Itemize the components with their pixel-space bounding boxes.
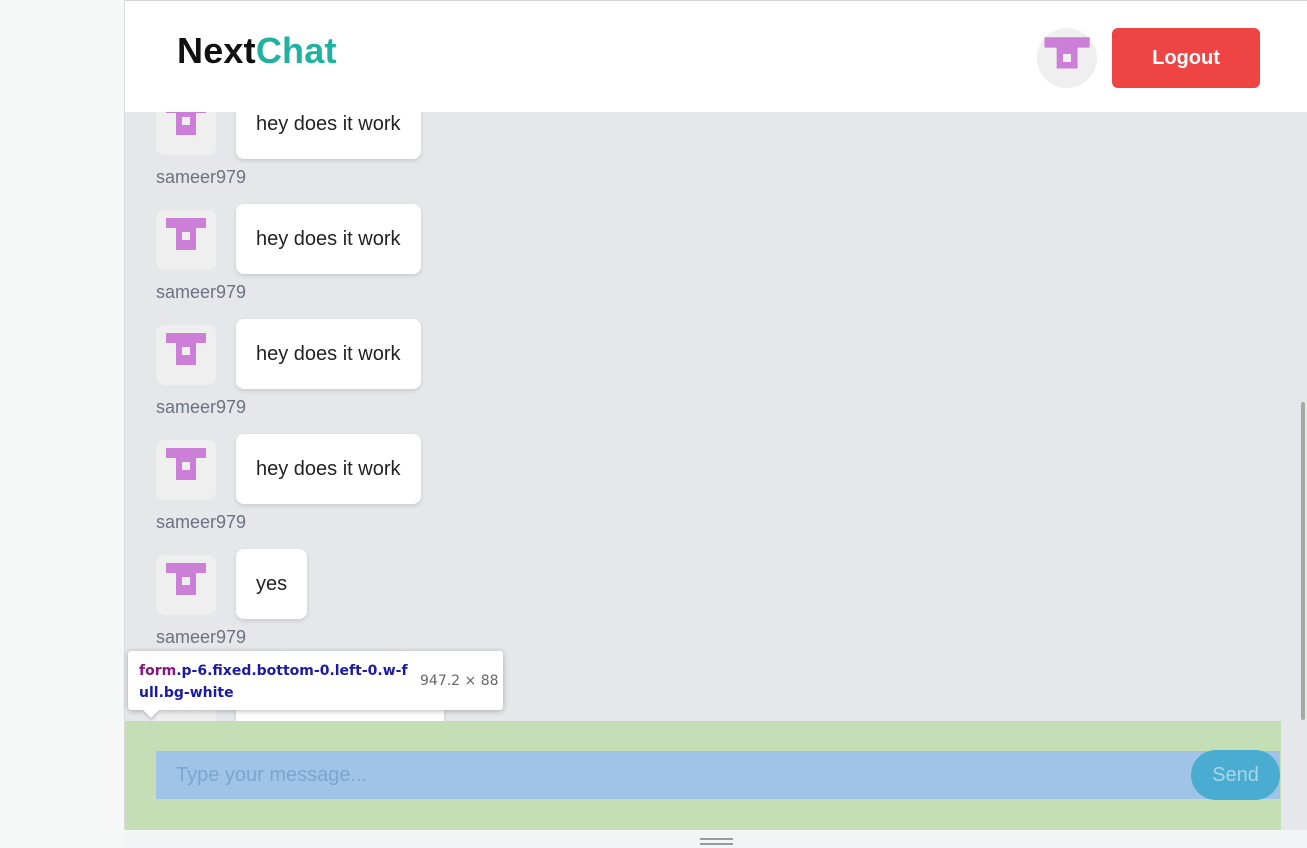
tooltip-arrow [143,710,159,718]
tooltip-size: 947.2 × 88 [420,673,499,689]
page-left-gutter [0,0,124,848]
message-username: sameer979 [156,627,247,647]
send-button[interactable]: Send [1191,750,1280,800]
identicon-avatar-icon [156,555,216,615]
brand-name-part1: Next [177,30,256,71]
brand-name-part2: Chat [255,30,337,71]
logout-button[interactable]: Logout [1112,28,1260,88]
tooltip-selector: form.p-6.fixed.bottom-0.left-0.w-full.bg… [139,660,411,704]
message-username: sameer979 [156,167,247,187]
tooltip-classes: .p-6.fixed.bottom-0.left-0.w-full.bg-whi… [139,663,408,701]
message-username: sameer979 [156,282,247,302]
app-header: NextChat Logout [125,0,1307,112]
message-item: hey does it work sameer979 [156,204,656,314]
message-input[interactable] [156,751,1280,799]
message-item: hey does it work sameer979 [156,319,656,429]
message-bubble: hey does it work [236,319,421,389]
user-avatar-button[interactable] [1037,28,1097,88]
scrollbar-thumb[interactable] [1301,402,1305,720]
message-item: yes sameer979 [156,549,656,659]
message-item: hey does it work sameer979 [156,434,656,544]
message-bubble: yes [236,549,308,619]
message-bubble: hey does it work [236,434,421,504]
app-viewport: hey does it work sameer979 hey does it w… [124,0,1307,848]
tooltip-tag: form [139,663,177,679]
message-username: sameer979 [156,397,247,417]
drag-handle-icon[interactable] [700,838,733,846]
message-form: Send [125,721,1281,830]
identicon-avatar-icon [156,440,216,500]
identicon-avatar-icon [156,325,216,385]
message-bubble: hey does it work [236,204,421,274]
message-username: sameer979 [156,512,247,532]
identicon-avatar-icon [156,210,216,270]
identicon-avatar-icon [1044,37,1090,69]
devtools-inspect-tooltip: form.p-6.fixed.bottom-0.left-0.w-full.bg… [128,651,503,718]
brand-logo[interactable]: NextChat [177,29,337,73]
